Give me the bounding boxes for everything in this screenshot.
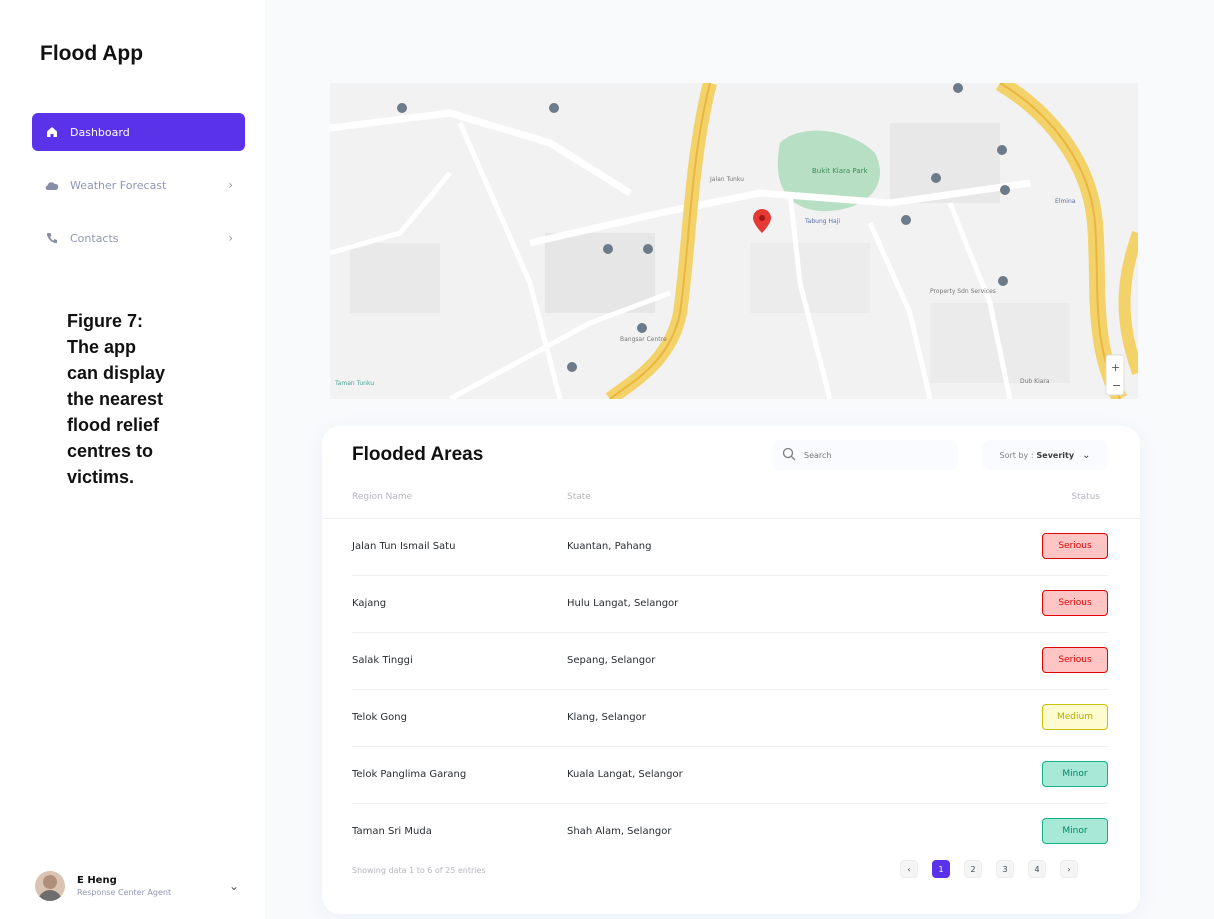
region-name: Telok Panglima Garang [352,769,467,780]
chevron-down-icon[interactable]: ⌄ [229,879,239,893]
caption-line: flood relief [67,415,160,435]
caption-line: Figure 7: [67,311,144,331]
map-label: Elmina [1055,198,1076,205]
caption-line: victims. [67,467,135,487]
sidebar-item-label: Contacts [70,231,119,245]
app-title: Flood App [40,42,144,65]
state-name: Kuantan, Pahang [567,541,652,552]
user-info: E Heng Response Center Agent [77,875,229,897]
state-name: Sepang, Selangor [567,655,656,666]
pagination: ‹ 1 2 3 4 › [900,860,1092,878]
main-content: Bukit Kiara Park Jalan Tunku Tabung Haji… [265,0,1214,919]
chevron-right-icon: › [228,178,233,192]
caption-line: The app [67,337,137,357]
status-badge: Serious [1042,590,1108,616]
status-badge: Medium [1042,704,1108,730]
map-label: Bangsar Centre [620,336,667,343]
table-row[interactable]: Kajang Hulu Langat, Selangor Serious [352,576,1108,633]
page-button-4[interactable]: 4 [1028,860,1046,878]
state-name: Shah Alam, Selangor [567,826,672,837]
state-name: Klang, Selangor [567,712,646,723]
user-name: E Heng [77,875,117,886]
chevron-down-icon: ⌄ [1082,449,1091,461]
page-button-3[interactable]: 3 [996,860,1014,878]
region-name: Salak Tinggi [352,655,413,666]
map-label: Property Sdn Services [930,288,996,295]
sidebar-item-dashboard[interactable]: Dashboard [32,113,245,151]
sidebar-item-weather-forecast[interactable]: Weather Forecast › [32,166,245,204]
map-label: Tabung Haji [804,218,840,225]
phone-icon [44,230,60,246]
table-header: Region Name State Status [352,492,1108,516]
table-row[interactable]: Taman Sri Muda Shah Alam, Selangor Minor [352,804,1108,861]
map-view[interactable]: Bukit Kiara Park Jalan Tunku Tabung Haji… [330,83,1138,399]
map-label: Dub Kiara [1020,378,1050,385]
user-role: Response Center Agent [77,888,172,897]
pagination-summary: Showing data 1 to 6 of 25 entries [352,866,486,875]
search-input[interactable] [804,450,924,460]
sort-dropdown[interactable]: Sort by : Severity ⌄ [982,440,1108,470]
sort-value: Severity [1036,450,1075,460]
sort-prefix: Sort by : [999,450,1034,460]
sidebar: Flood App Dashboard Weather Forecast › C… [0,0,265,919]
home-icon [44,124,60,140]
cloud-icon [44,177,60,193]
status-badge: Minor [1042,761,1108,787]
avatar [35,871,65,901]
map-canvas: Bukit Kiara Park Jalan Tunku Tabung Haji… [330,83,1138,399]
region-name: Kajang [352,598,387,609]
state-name: Hulu Langat, Selangor [567,598,679,609]
chevron-right-icon: › [228,231,233,245]
user-profile[interactable]: E Heng Response Center Agent ⌄ [35,866,245,906]
search-box[interactable] [772,440,958,470]
region-name: Taman Sri Muda [352,826,432,837]
map-label: Taman Tunku [334,380,374,387]
map-label: Jalan Tunku [709,176,744,183]
state-name: Kuala Langat, Selangor [567,769,683,780]
page-button-1[interactable]: 1 [932,860,950,878]
svg-text:−: − [1112,379,1121,392]
column-header-region: Region Name [352,492,413,502]
svg-text:+: + [1111,361,1120,374]
table-row[interactable]: Telok Panglima Garang Kuala Langat, Sela… [352,747,1108,804]
next-page-button[interactable]: › [1060,860,1078,878]
column-header-status: Status [1071,492,1100,502]
caption-line: the nearest [67,389,164,409]
caption-line: centres to [67,441,154,461]
table-row[interactable]: Jalan Tun Ismail Satu Kuantan, Pahang Se… [352,519,1108,576]
sidebar-item-label: Dashboard [70,125,130,139]
status-badge: Serious [1042,533,1108,559]
prev-page-button[interactable]: ‹ [900,860,918,878]
table-row[interactable]: Salak Tinggi Sepang, Selangor Serious [352,633,1108,690]
figure-caption: Figure 7: The app can display the neares… [67,308,207,490]
sidebar-item-label: Weather Forecast [70,178,167,192]
column-header-state: State [567,492,591,502]
card-title: Flooded Areas [352,444,484,465]
sidebar-item-contacts[interactable]: Contacts › [32,219,245,257]
region-name: Jalan Tun Ismail Satu [352,541,456,552]
page-button-2[interactable]: 2 [964,860,982,878]
table-row[interactable]: Telok Gong Klang, Selangor Medium [352,690,1108,747]
caption-line: can display [67,363,166,383]
region-name: Telok Gong [352,712,407,723]
flooded-areas-card: Flooded Areas Sort by : Severity ⌄ Regio… [322,426,1140,914]
map-label: Bukit Kiara Park [812,167,868,175]
status-badge: Minor [1042,818,1108,844]
sidebar-nav: Dashboard Weather Forecast › Contacts › [32,113,245,272]
search-icon [782,446,796,465]
status-badge: Serious [1042,647,1108,673]
